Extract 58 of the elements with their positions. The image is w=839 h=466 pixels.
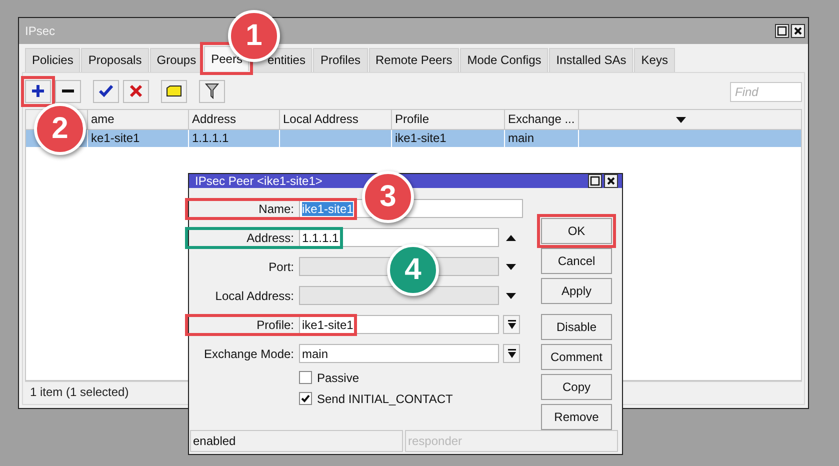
maximize-icon[interactable] — [775, 24, 789, 38]
tab[interactable]: Remote Peers — [368, 48, 460, 72]
dialog-button[interactable]: Comment — [541, 344, 612, 370]
tab[interactable]: Keys — [634, 48, 675, 72]
close-icon[interactable] — [791, 24, 805, 38]
maximize-icon[interactable] — [588, 174, 602, 188]
dialog-title: IPsec Peer <ike1-site1> — [195, 174, 322, 188]
note-button[interactable] — [161, 80, 187, 102]
field-label: Port: — [268, 260, 295, 274]
dialog-button[interactable]: Disable — [541, 314, 612, 340]
table-cell: 1.1.1.1 — [192, 131, 229, 145]
checkbox[interactable] — [299, 371, 312, 384]
filter-button[interactable] — [199, 80, 225, 102]
status-field: enabled — [190, 430, 403, 452]
column-header: Local Address — [280, 110, 392, 129]
window-title: IPsec — [25, 24, 56, 38]
column-header: Address — [189, 110, 280, 129]
input-field[interactable]: main — [299, 344, 499, 363]
cross-icon — [129, 84, 143, 98]
column-header: ame — [88, 110, 189, 129]
input-field[interactable]: 1.1.1.1 — [299, 228, 499, 247]
dropdown-arrow-icon — [508, 320, 516, 329]
table-cell: main — [508, 131, 534, 145]
dialog-button[interactable]: Cancel — [541, 248, 612, 274]
tab[interactable]: Profiles — [313, 48, 368, 72]
checkbox[interactable] — [299, 392, 312, 405]
close-icon[interactable] — [604, 174, 618, 188]
tab[interactable]: Proposals — [81, 48, 149, 72]
dialog-button[interactable]: OK — [541, 218, 612, 244]
check-button[interactable] — [93, 80, 119, 102]
dropdown-button[interactable] — [503, 315, 520, 334]
filter-icon — [205, 83, 219, 99]
field-label: Name: — [258, 202, 295, 216]
field-label: Exchange Mode: — [202, 346, 295, 360]
note-icon — [166, 85, 182, 97]
dialog-button[interactable]: Remove — [541, 404, 612, 430]
status-field: responder — [405, 430, 618, 452]
dialog-button[interactable]: Copy — [541, 374, 612, 400]
check-icon — [99, 84, 113, 98]
cross-button[interactable] — [123, 80, 149, 102]
tab[interactable]: Policies — [25, 48, 80, 72]
tab[interactable]: Installed SAs — [549, 48, 634, 72]
dropdown-arrow-icon[interactable] — [676, 116, 686, 122]
minus-button[interactable] — [55, 80, 81, 102]
input-field[interactable]: ike1-site1 — [299, 315, 499, 334]
field-label: Address: — [246, 230, 295, 244]
column-header: Exchange ... — [505, 110, 579, 129]
tab[interactable]: Mode Configs — [460, 48, 548, 72]
dialog-button[interactable]: Apply — [541, 278, 612, 304]
plus-icon — [31, 84, 45, 98]
column-header: Profile — [392, 110, 505, 129]
dropdown-arrow-icon — [508, 349, 516, 358]
field-label: Local Address: — [214, 288, 295, 302]
search-field[interactable]: Find — [730, 82, 802, 102]
table-cell: ike1-site1 — [395, 131, 446, 145]
dropdown-button[interactable] — [503, 344, 520, 363]
table-cell: ke1-site1 — [91, 131, 140, 145]
field-label: Profile: — [256, 318, 295, 332]
